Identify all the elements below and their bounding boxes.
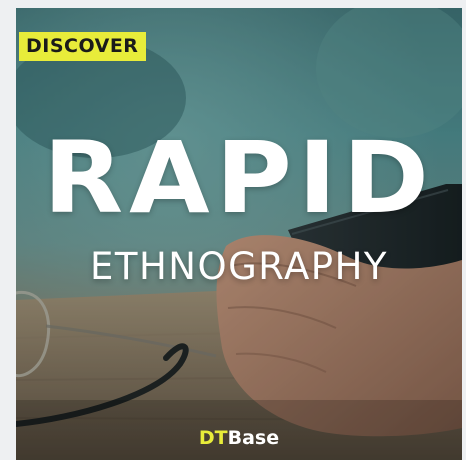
podcast-cover-card[interactable]: DISCOVER RAPID ETHNOGRAPHY DTBase bbox=[16, 8, 462, 460]
page-frame: DISCOVER RAPID ETHNOGRAPHY DTBase bbox=[0, 0, 466, 460]
brand-logo: DTBase bbox=[16, 426, 462, 450]
brand-prefix: DT bbox=[198, 427, 228, 449]
cover-title: RAPID bbox=[43, 120, 435, 236]
discover-badge: DISCOVER bbox=[19, 32, 147, 61]
cover-subtitle: ETHNOGRAPHY bbox=[89, 245, 389, 288]
brand-suffix: Base bbox=[227, 427, 280, 449]
